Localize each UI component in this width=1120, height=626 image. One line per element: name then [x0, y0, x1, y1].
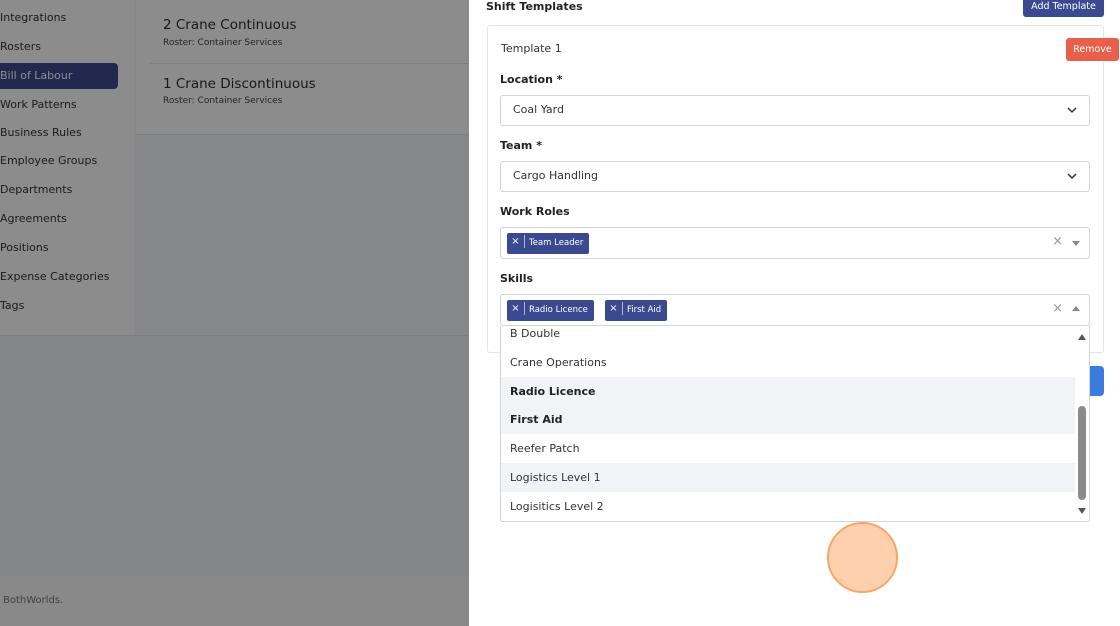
team-value: Cargo Handling: [513, 169, 598, 182]
dropdown-scrollbar[interactable]: [1075, 326, 1089, 521]
caret-down-icon[interactable]: [1072, 241, 1080, 246]
scrollbar-thumb[interactable]: [1078, 406, 1086, 500]
scroll-down-arrow-icon[interactable]: [1078, 508, 1086, 514]
chevron-down-icon: [1067, 107, 1077, 114]
work-roles-multiselect[interactable]: × Team Leader ×: [500, 227, 1090, 259]
remove-chip-icon[interactable]: ×: [507, 302, 525, 315]
remove-template-button[interactable]: Remove: [1066, 38, 1119, 61]
add-template-button[interactable]: Add Template: [1023, 0, 1104, 17]
template-title: Template 1: [501, 42, 562, 55]
team-label: Team *: [500, 139, 542, 152]
location-select[interactable]: Coal Yard: [500, 95, 1090, 126]
chip-label: Team Leader: [529, 238, 584, 248]
skills-label: Skills: [500, 272, 534, 285]
remove-chip-icon[interactable]: ×: [507, 235, 525, 248]
team-select[interactable]: Cargo Handling: [500, 161, 1090, 192]
chip-label: First Aid: [627, 305, 662, 315]
skills-option-selected[interactable]: First Aid: [501, 405, 1076, 434]
click-indicator: [827, 522, 898, 593]
skills-option-selected[interactable]: Radio Licence: [501, 377, 1076, 406]
remove-chip-icon[interactable]: ×: [605, 302, 623, 315]
skills-option[interactable]: B Double: [501, 326, 1076, 348]
clear-icon[interactable]: ×: [1052, 234, 1063, 249]
scroll-up-arrow-icon[interactable]: [1078, 334, 1086, 340]
location-value: Coal Yard: [513, 103, 564, 116]
skills-multiselect[interactable]: × Radio Licence × First Aid ×: [500, 294, 1090, 326]
shift-templates-drawer: Shift Templates Add Template Template 1 …: [469, 0, 1120, 626]
skills-option[interactable]: Logisitics Level 2: [501, 492, 1076, 521]
work-role-chip: × Team Leader: [507, 233, 590, 254]
location-label: Location *: [500, 73, 563, 86]
clear-icon[interactable]: ×: [1052, 301, 1063, 316]
save-button-edge[interactable]: [1089, 366, 1104, 396]
skills-option[interactable]: Reefer Patch: [501, 434, 1076, 463]
skill-chip: × Radio Licence: [507, 300, 594, 321]
skills-option-hovered[interactable]: Logistics Level 1: [501, 463, 1076, 492]
skills-dropdown-menu: B Double Crane Operations Radio Licence …: [500, 326, 1090, 522]
work-roles-label: Work Roles: [500, 205, 570, 218]
chevron-down-icon: [1067, 173, 1077, 180]
modal-overlay[interactable]: [0, 0, 469, 626]
skill-chip: × First Aid: [605, 300, 668, 321]
section-title: Shift Templates: [486, 0, 583, 13]
chip-label: Radio Licence: [529, 305, 588, 315]
skills-option[interactable]: Crane Operations: [501, 348, 1076, 377]
caret-up-icon[interactable]: [1072, 306, 1080, 311]
